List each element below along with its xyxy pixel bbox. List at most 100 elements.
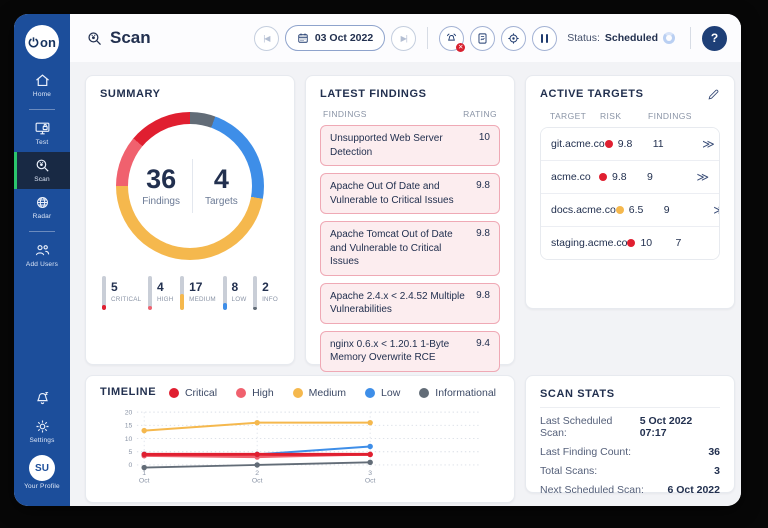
target-button[interactable] [501, 25, 527, 51]
scan-icon [34, 157, 51, 174]
svg-text:15: 15 [125, 423, 133, 430]
target-row[interactable]: git.acme.co 9.8 11 ≫ [541, 128, 719, 160]
sidebar-item-radar[interactable]: Radar [14, 189, 70, 226]
target-findings: 9 [663, 204, 670, 216]
scan-stats-rows: Last Scheduled Scan: 5 Oct 2022 07:17 Las… [540, 415, 720, 496]
severity-label: HIGH [156, 296, 174, 303]
notifications-button[interactable] [14, 385, 70, 413]
risk-value: 6.5 [628, 204, 644, 216]
timeline-card: TIMELINE Critical High Medium Low Inform… [85, 375, 515, 503]
gear-icon [35, 420, 49, 433]
severity-gauge [180, 276, 185, 310]
sidebar-item-add-users[interactable]: Add Users [14, 237, 70, 274]
open-target-chevron-icon[interactable]: ≫ [719, 236, 720, 250]
findings-donut-chart: 36 Findings 4 Targets [116, 112, 264, 260]
legend-item-high[interactable]: High [236, 387, 274, 399]
avatar: SU [29, 455, 55, 481]
target-row[interactable]: docs.acme.co 6.5 9 ≫ [541, 193, 719, 226]
legend-item-low[interactable]: Low [365, 387, 400, 399]
target-row[interactable]: acme.co 9.8 9 ≫ [541, 160, 719, 193]
page-header: Scan |◀ 03 Oct 2022 ▶| ✕ Status: Schedul… [70, 14, 741, 62]
stat-label: Last Finding Count: [540, 446, 632, 458]
timeline-title: TIMELINE [100, 386, 157, 398]
test-icon [34, 120, 51, 137]
sidebar-item-test[interactable]: Test [14, 115, 70, 152]
divider [427, 27, 429, 49]
prev-date-button[interactable]: |◀ [253, 25, 279, 51]
svg-text:5: 5 [129, 449, 133, 456]
risk-dot-icon [627, 239, 636, 247]
profile-button[interactable]: SU Your Profile [14, 450, 70, 496]
sidebar-item-scan[interactable]: Scan [14, 152, 70, 189]
stat-label: Next Scheduled Scan: [540, 484, 644, 496]
svg-text:Oct: Oct [365, 477, 376, 484]
stat-label: Last Scheduled Scan: [540, 415, 613, 439]
sidebar: on Home Test Scan Radar Add Users Settin… [14, 14, 70, 506]
report-button[interactable] [470, 25, 496, 51]
severity-label: INFO [262, 296, 278, 303]
col-rating: RATING [463, 109, 497, 119]
stat-value: 3 [714, 465, 720, 477]
divider [192, 159, 193, 213]
finding-item[interactable]: Apache Out Of Date and Vulnerable to Cri… [320, 173, 500, 214]
col-findings: FINDINGS [648, 111, 692, 121]
next-date-button[interactable]: ▶| [391, 25, 417, 51]
finding-item[interactable]: Apache 2.4.x < 2.4.52 Multiple Vulnerabi… [320, 282, 500, 324]
help-button[interactable]: ? [702, 25, 727, 51]
sidebar-nav: Home Test Scan Radar Add Users [14, 67, 70, 274]
radar-icon [34, 194, 51, 211]
target-risk: 6.5 [615, 204, 664, 216]
severity-gauge [102, 276, 106, 310]
severity-count: 2 [262, 280, 269, 294]
app-window: on Home Test Scan Radar Add Users Settin… [14, 14, 741, 506]
finding-item[interactable]: nginx 0.6.x < 1.20.1 1-Byte Memory Overw… [320, 330, 500, 372]
open-target-chevron-icon[interactable]: ≫ [697, 137, 715, 151]
target-risk: 10 [627, 237, 675, 249]
alarm-off-badge: ✕ [456, 42, 466, 52]
severity-critical: 5 CRITICAL [102, 276, 141, 310]
target-name: docs.acme.co [551, 204, 616, 216]
legend-item-medium[interactable]: Medium [292, 387, 346, 399]
target-name: acme.co [551, 171, 591, 183]
sidebar-item-label: Test [35, 139, 49, 146]
logo-text: on [40, 34, 56, 50]
target-findings: 7 [675, 237, 682, 249]
report-icon [478, 32, 487, 44]
open-target-chevron-icon[interactable]: ≫ [691, 170, 709, 184]
stat-value: 36 [708, 446, 720, 458]
stat-label: Total Scans: [540, 465, 598, 477]
date-picker-button[interactable]: 03 Oct 2022 [284, 25, 386, 51]
status-spinner-icon [663, 32, 675, 44]
scan-icon [88, 31, 101, 45]
legend-dot-icon [292, 388, 303, 398]
open-target-chevron-icon[interactable]: ≫ [708, 203, 719, 217]
active-targets-title: ACTIVE TARGETS [540, 88, 644, 100]
profile-label: Your Profile [24, 483, 60, 490]
targets-label: Targets [205, 196, 238, 208]
legend-label: Critical [184, 387, 218, 399]
sidebar-item-label: Add Users [25, 261, 59, 268]
finding-item[interactable]: Unsupported Web Server Detection 10 [320, 125, 500, 166]
edit-targets-icon[interactable] [707, 88, 720, 101]
power-icon [28, 37, 39, 48]
header-controls: |◀ 03 Oct 2022 ▶| ✕ Status: Scheduled ? [253, 25, 727, 52]
summary-card: SUMMARY 36 Findings 4 Targets 5 CRITICAL… [85, 75, 295, 365]
sidebar-item-label: Settings [29, 437, 55, 444]
severity-count: 8 [231, 280, 239, 294]
svg-text:3: 3 [368, 470, 372, 477]
severity-count: 4 [156, 280, 164, 294]
legend-dot-icon [168, 388, 179, 398]
sidebar-item-home[interactable]: Home [14, 67, 70, 104]
svg-text:10: 10 [125, 436, 133, 443]
legend-item-critical[interactable]: Critical [168, 387, 218, 399]
finding-item[interactable]: Apache Tomcat Out of Date and Vulnerable… [320, 221, 500, 276]
col-risk: RISK [600, 111, 622, 121]
app-logo[interactable]: on [25, 25, 59, 59]
target-row[interactable]: staging.acme.co 10 7 ≫ [541, 226, 719, 259]
mute-alerts-button[interactable]: ✕ [439, 25, 466, 52]
pause-scan-button[interactable] [532, 25, 558, 51]
stat-row: Next Scheduled Scan: 6 Oct 2022 [540, 484, 720, 496]
sidebar-item-settings[interactable]: Settings [14, 413, 70, 450]
finding-name: Apache Out Of Date and Vulnerable to Cri… [330, 181, 454, 206]
legend-item-informational[interactable]: Informational [419, 387, 496, 399]
